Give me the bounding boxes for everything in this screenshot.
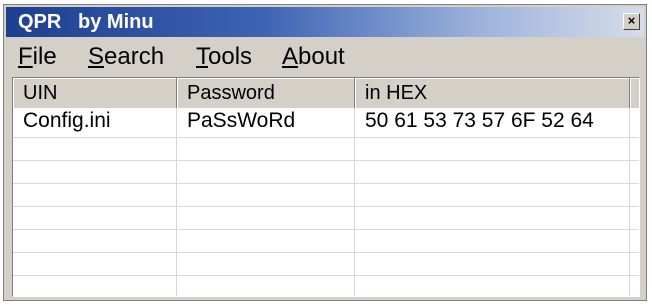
menu-about-accelerator: A (282, 43, 299, 70)
column-header-password[interactable]: Password (177, 78, 355, 108)
menu-file-accelerator: F (18, 43, 33, 70)
empty-row (13, 161, 639, 184)
menu-file[interactable]: File (18, 44, 57, 70)
column-header-uin[interactable]: UIN (13, 78, 177, 108)
menu-search-accelerator: S (88, 43, 105, 70)
menu-search[interactable]: Search (88, 44, 164, 70)
column-header-hex[interactable]: in HEX (355, 78, 630, 108)
results-list[interactable]: UIN Password in HEX Config.ini PaSsWoRd … (12, 77, 640, 297)
column-header-filler (630, 78, 639, 108)
menu-bar: File Search Tools About (6, 38, 644, 76)
menu-about-label: bout (298, 43, 345, 70)
empty-row (13, 184, 639, 207)
table-row[interactable]: Config.ini PaSsWoRd 50 61 53 73 57 6F 52… (13, 108, 639, 138)
empty-row (13, 253, 639, 276)
cell-hex: 50 61 53 73 57 6F 52 64 (365, 109, 594, 132)
menu-tools[interactable]: Tools (196, 44, 252, 70)
menu-search-label: earch (104, 43, 165, 70)
menu-file-label: ile (32, 43, 57, 70)
cell-password: PaSsWoRd (187, 109, 296, 132)
list-rows: Config.ini PaSsWoRd 50 61 53 73 57 6F 52… (13, 108, 639, 296)
list-header: UIN Password in HEX (13, 78, 639, 108)
empty-row (13, 276, 639, 296)
window-title: QPR by Minu (18, 11, 154, 33)
empty-row (13, 230, 639, 253)
empty-row (13, 138, 639, 161)
app-window: QPR by Minu × File Search Tools About UI… (3, 4, 647, 301)
menu-about[interactable]: About (282, 44, 345, 70)
menu-tools-accelerator: T (196, 43, 208, 70)
close-icon: × (627, 13, 636, 28)
cell-uin: Config.ini (23, 109, 111, 132)
empty-row (13, 207, 639, 230)
title-bar[interactable]: QPR by Minu × (6, 7, 644, 37)
menu-tools-label: ools (208, 43, 253, 70)
close-button[interactable]: × (623, 13, 640, 30)
